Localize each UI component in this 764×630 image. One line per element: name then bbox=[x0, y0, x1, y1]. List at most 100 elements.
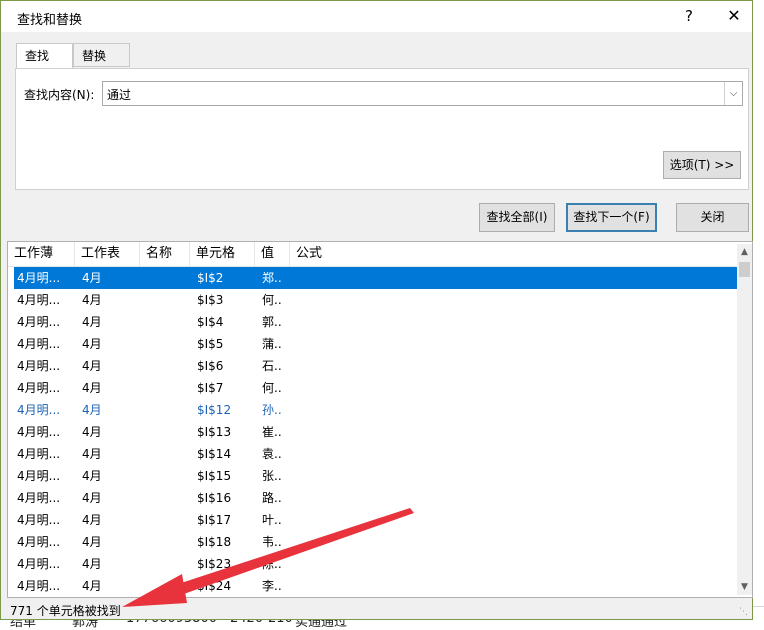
table-row[interactable]: 4月明... 4月 $I$12 孙.. bbox=[14, 399, 738, 421]
table-cell-value: 李.. bbox=[262, 579, 282, 593]
table-cell-value: 何.. bbox=[262, 293, 282, 307]
table-row[interactable]: 4月明... 4月 $I$14 袁.. bbox=[14, 443, 738, 465]
table-cell-value: 孙.. bbox=[262, 403, 282, 417]
vertical-scrollbar[interactable]: ▲ ▼ bbox=[737, 244, 752, 595]
table-cell-value: 石.. bbox=[262, 359, 282, 373]
table-cell-value: 叶.. bbox=[262, 513, 282, 527]
status-count: 771 个单元格被找到 bbox=[10, 604, 121, 618]
table-cell-sheet: 4月 bbox=[82, 579, 102, 593]
find-tab-panel: 查找内容(N): 通过 ⌵ 选项(T) >> bbox=[15, 68, 749, 190]
table-cell-cell: $I$17 bbox=[197, 513, 232, 527]
find-what-value: 通过 bbox=[107, 88, 132, 102]
table-cell-sheet: 4月 bbox=[82, 315, 102, 329]
column-header-cell[interactable]: 单元格 bbox=[190, 242, 255, 266]
table-cell-sheet: 4月 bbox=[82, 381, 102, 395]
table-row[interactable]: 4月明... 4月 $I$23 陈.. bbox=[14, 553, 738, 575]
table-cell-cell: $I$14 bbox=[197, 447, 232, 461]
table-cell-book: 4月明... bbox=[17, 513, 61, 527]
help-button[interactable]: ? bbox=[677, 5, 701, 27]
table-cell-sheet: 4月 bbox=[82, 337, 102, 351]
find-next-button[interactable]: 查找下一个(F) bbox=[566, 203, 657, 232]
table-cell-book: 4月明... bbox=[17, 557, 61, 571]
table-cell-book: 4月明... bbox=[17, 447, 61, 461]
scroll-thumb[interactable] bbox=[739, 262, 750, 277]
table-cell-cell: $I$13 bbox=[197, 425, 232, 439]
table-cell-sheet: 4月 bbox=[82, 271, 102, 285]
table-cell-cell: $I$15 bbox=[197, 469, 232, 483]
table-cell-value: 崔.. bbox=[262, 425, 282, 439]
tab-find[interactable]: 查找(D) bbox=[16, 43, 73, 87]
table-cell-sheet: 4月 bbox=[82, 293, 102, 307]
table-cell-book: 4月明... bbox=[17, 491, 61, 505]
find-what-input[interactable]: 通过 ⌵ bbox=[102, 81, 743, 106]
table-cell-value: 郑.. bbox=[262, 271, 282, 285]
scroll-up-icon[interactable]: ▲ bbox=[737, 244, 752, 260]
table-cell-cell: $I$6 bbox=[197, 359, 224, 373]
find-all-button[interactable]: 查找全部(I) bbox=[479, 203, 555, 232]
table-cell-sheet: 4月 bbox=[82, 513, 102, 527]
table-cell-cell: $I$4 bbox=[197, 315, 224, 329]
table-cell-sheet: 4月 bbox=[82, 447, 102, 461]
table-cell-value: 路.. bbox=[262, 491, 282, 505]
table-cell-value: 郭.. bbox=[262, 315, 282, 329]
title-bar: 查找和替换 ? ✕ bbox=[1, 1, 752, 32]
dialog-title: 查找和替换 bbox=[17, 13, 83, 28]
table-cell-book: 4月明... bbox=[17, 315, 61, 329]
column-header-sheet[interactable]: 工作表 bbox=[75, 242, 140, 266]
status-bar: 771 个单元格被找到 ⋱ bbox=[7, 599, 751, 619]
table-cell-value: 张.. bbox=[262, 469, 282, 483]
chevron-down-icon[interactable]: ⌵ bbox=[724, 82, 742, 105]
table-cell-book: 4月明... bbox=[17, 293, 61, 307]
close-button[interactable]: 关闭 bbox=[676, 203, 749, 232]
table-cell-cell: $I$2 bbox=[197, 271, 224, 285]
table-cell-value: 袁.. bbox=[262, 447, 282, 461]
table-cell-book: 4月明... bbox=[17, 425, 61, 439]
table-cell-book: 4月明... bbox=[17, 579, 61, 593]
table-row[interactable]: 4月明... 4月 $I$5 蒲.. bbox=[14, 333, 738, 355]
table-cell-sheet: 4月 bbox=[82, 425, 102, 439]
table-cell-book: 4月明... bbox=[17, 535, 61, 549]
column-header-name[interactable]: 名称 bbox=[140, 242, 190, 266]
table-cell-cell: $I$23 bbox=[197, 557, 232, 571]
table-row[interactable]: 4月明... 4月 $I$2 郑.. bbox=[14, 267, 738, 289]
table-cell-sheet: 4月 bbox=[82, 535, 102, 549]
close-window-button[interactable]: ✕ bbox=[719, 5, 749, 27]
table-cell-cell: $I$16 bbox=[197, 491, 232, 505]
scroll-down-icon[interactable]: ▼ bbox=[737, 579, 752, 595]
table-cell-book: 4月明... bbox=[17, 469, 61, 483]
find-what-label: 查找内容(N): bbox=[24, 88, 95, 102]
table-cell-cell: $I$7 bbox=[197, 381, 224, 395]
table-cell-cell: $I$18 bbox=[197, 535, 232, 549]
results-header: 工作薄 工作表 名称 单元格 值 公式 bbox=[8, 242, 736, 267]
table-row[interactable]: 4月明... 4月 $I$24 李.. bbox=[14, 575, 738, 597]
table-cell-sheet: 4月 bbox=[82, 469, 102, 483]
table-row[interactable]: 4月明... 4月 $I$17 叶.. bbox=[14, 509, 738, 531]
table-cell-sheet: 4月 bbox=[82, 359, 102, 373]
results-rows: 4月明... 4月 $I$2 郑.. 4月明... 4月 $I$3 何.. 4月明... 4月 $I… bbox=[14, 267, 738, 597]
table-cell-cell: $I$3 bbox=[197, 293, 224, 307]
options-button[interactable]: 选项(T) >> bbox=[663, 151, 741, 179]
table-row[interactable]: 4月明... 4月 $I$15 张.. bbox=[14, 465, 738, 487]
resize-grip-icon[interactable]: ⋱ bbox=[739, 607, 749, 617]
table-row[interactable]: 4月明... 4月 $I$3 何.. bbox=[14, 289, 738, 311]
column-header-workbook[interactable]: 工作薄 bbox=[8, 242, 75, 266]
table-cell-book: 4月明... bbox=[17, 271, 61, 285]
column-header-value[interactable]: 值 bbox=[255, 242, 290, 266]
table-row[interactable]: 4月明... 4月 $I$6 石.. bbox=[14, 355, 738, 377]
table-row[interactable]: 4月明... 4月 $I$13 崔.. bbox=[14, 421, 738, 443]
column-header-formula[interactable]: 公式 bbox=[290, 242, 736, 266]
table-row[interactable]: 4月明... 4月 $I$16 路.. bbox=[14, 487, 738, 509]
table-cell-cell: $I$5 bbox=[197, 337, 224, 351]
table-cell-book: 4月明... bbox=[17, 359, 61, 373]
table-row[interactable]: 4月明... 4月 $I$7 何.. bbox=[14, 377, 738, 399]
table-row[interactable]: 4月明... 4月 $I$18 韦.. bbox=[14, 531, 738, 553]
table-cell-sheet: 4月 bbox=[82, 403, 102, 417]
table-cell-book: 4月明... bbox=[17, 403, 61, 417]
table-cell-sheet: 4月 bbox=[82, 491, 102, 505]
table-cell-sheet: 4月 bbox=[82, 557, 102, 571]
table-cell-cell: $I$12 bbox=[197, 403, 232, 417]
tab-replace[interactable]: 替换(P) bbox=[73, 43, 130, 87]
results-list[interactable]: 工作薄 工作表 名称 单元格 值 公式 4月明... 4月 $I$2 郑.. 4月明..… bbox=[7, 241, 753, 598]
table-cell-book: 4月明... bbox=[17, 381, 61, 395]
table-row[interactable]: 4月明... 4月 $I$4 郭.. bbox=[14, 311, 738, 333]
